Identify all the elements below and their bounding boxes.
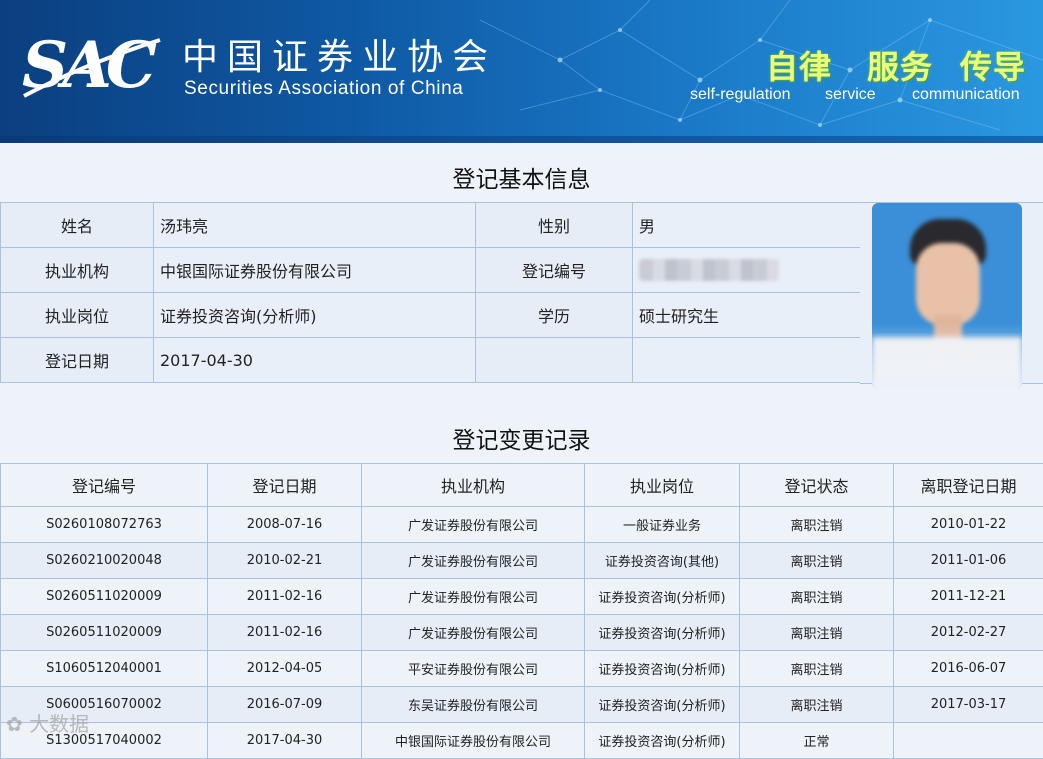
cell-position: 证券投资咨询(分析师)	[585, 687, 740, 723]
slogan-service: 服务	[867, 42, 933, 88]
slogan-self-regulation: 自律	[766, 42, 832, 88]
cell-position: 证券投资咨询(分析师)	[585, 651, 740, 687]
cell-registration-number: S0260108072763	[1, 507, 208, 543]
cell-leave-date	[894, 723, 1043, 759]
cell-institution: 广发证券股份有限公司	[362, 579, 585, 615]
column-header: 登记日期	[208, 464, 362, 507]
cell-leave-date: 2011-01-06	[894, 543, 1043, 579]
cell-leave-date: 2017-03-17	[894, 687, 1043, 723]
slogan-en-communication: communication	[912, 86, 1020, 104]
info-label-empty	[476, 338, 633, 383]
info-label: 登记编号	[476, 248, 633, 293]
table-row: S0260511020009 2011-02-16 广发证券股份有限公司 证券投…	[1, 615, 1043, 651]
info-value-institution: 中银国际证券股份有限公司	[154, 248, 476, 293]
cell-leave-date: 2011-12-21	[894, 579, 1043, 615]
profile-photo	[872, 203, 1022, 389]
info-value-registration-date: 2017-04-30	[154, 338, 476, 383]
cell-registration-date: 2017-04-30	[208, 723, 362, 759]
cell-institution: 中银国际证券股份有限公司	[362, 723, 585, 759]
slogan-en-self-regulation: self-regulation	[690, 86, 791, 104]
info-label: 执业机构	[1, 248, 154, 293]
cell-position: 一般证券业务	[585, 507, 740, 543]
cell-status: 离职注销	[740, 615, 894, 651]
column-header: 执业机构	[362, 464, 585, 507]
info-row-institution: 执业机构 中银国际证券股份有限公司 登记编号	[1, 248, 861, 293]
table-row: S1300517040002 2017-04-30 中银国际证券股份有限公司 证…	[1, 723, 1043, 759]
basic-info-title: 登记基本信息	[0, 160, 1043, 194]
info-label: 学历	[476, 293, 633, 338]
table-row: S0260511020009 2011-02-16 广发证券股份有限公司 证券投…	[1, 579, 1043, 615]
photo-cell	[860, 202, 1043, 384]
info-row-name: 姓名 汤玮亮 性别 男	[1, 203, 861, 248]
watermark-icon: ✿	[6, 712, 23, 736]
cell-position: 证券投资咨询(分析师)	[585, 615, 740, 651]
info-value-empty	[633, 338, 861, 383]
slogan-en-service: service	[825, 86, 876, 104]
cell-leave-date: 2010-01-22	[894, 507, 1043, 543]
cell-institution: 广发证券股份有限公司	[362, 543, 585, 579]
header-banner: SAC 中国证券业协会 Securities Association of Ch…	[0, 0, 1043, 143]
logo-swoosh-icon	[14, 34, 164, 104]
cell-status: 离职注销	[740, 507, 894, 543]
cell-status: 离职注销	[740, 687, 894, 723]
cell-registration-date: 2011-02-16	[208, 615, 362, 651]
cell-institution: 平安证券股份有限公司	[362, 651, 585, 687]
cell-registration-date: 2008-07-16	[208, 507, 362, 543]
column-header: 登记编号	[1, 464, 208, 507]
cell-registration-number: S0260511020009	[1, 579, 208, 615]
cell-status: 离职注销	[740, 543, 894, 579]
info-label: 性别	[476, 203, 633, 248]
watermark: ✿ 大数据	[6, 708, 89, 737]
column-header: 离职登记日期	[894, 464, 1043, 507]
info-value-education: 硕士研究生	[633, 293, 861, 338]
watermark-text: 大数据	[29, 712, 89, 736]
table-row: S1060512040001 2012-04-05 平安证券股份有限公司 证券投…	[1, 651, 1043, 687]
info-label: 执业岗位	[1, 293, 154, 338]
info-value-position: 证券投资咨询(分析师)	[154, 293, 476, 338]
table-header-row: 登记编号 登记日期 执业机构 执业岗位 登记状态 离职登记日期	[1, 464, 1043, 507]
table-row: S0600516070002 2016-07-09 东吴证券股份有限公司 证券投…	[1, 687, 1043, 723]
cell-status: 正常	[740, 723, 894, 759]
cell-registration-date: 2016-07-09	[208, 687, 362, 723]
basic-info-table: 姓名 汤玮亮 性别 男 执业机构 中银国际证券股份有限公司 登记编号 执业岗位 …	[0, 202, 861, 383]
cell-position: 证券投资咨询(其他)	[585, 543, 740, 579]
cell-institution: 广发证券股份有限公司	[362, 507, 585, 543]
cell-institution: 广发证券股份有限公司	[362, 615, 585, 651]
info-row-position: 执业岗位 证券投资咨询(分析师) 学历 硕士研究生	[1, 293, 861, 338]
cell-registration-date: 2010-02-21	[208, 543, 362, 579]
cell-status: 离职注销	[740, 651, 894, 687]
cell-leave-date: 2012-02-27	[894, 615, 1043, 651]
cell-registration-date: 2011-02-16	[208, 579, 362, 615]
cell-status: 离职注销	[740, 579, 894, 615]
org-name-en: Securities Association of China	[184, 78, 463, 100]
org-name-cn: 中国证券业协会	[182, 36, 497, 80]
cell-registration-date: 2012-04-05	[208, 651, 362, 687]
cell-registration-number: S0260210020048	[1, 543, 208, 579]
cell-leave-date: 2016-06-07	[894, 651, 1043, 687]
info-value-name: 汤玮亮	[154, 203, 476, 248]
change-records-table: 登记编号 登记日期 执业机构 执业岗位 登记状态 离职登记日期 S0260108…	[0, 463, 1043, 759]
info-row-date: 登记日期 2017-04-30	[1, 338, 861, 383]
info-value-registration-number	[633, 248, 861, 293]
table-row: S0260108072763 2008-07-16 广发证券股份有限公司 一般证…	[1, 507, 1043, 543]
column-header: 登记状态	[740, 464, 894, 507]
cell-position: 证券投资咨询(分析师)	[585, 723, 740, 759]
change-records-title: 登记变更记录	[0, 421, 1043, 455]
banner-bottom-bar	[0, 136, 1043, 143]
column-header: 执业岗位	[585, 464, 740, 507]
slogan-communication: 传导	[960, 42, 1026, 88]
cell-registration-number: S1060512040001	[1, 651, 208, 687]
info-label: 登记日期	[1, 338, 154, 383]
cell-position: 证券投资咨询(分析师)	[585, 579, 740, 615]
redacted-registration-number	[639, 259, 779, 281]
info-value-gender: 男	[633, 203, 861, 248]
info-label: 姓名	[1, 203, 154, 248]
cell-institution: 东吴证券股份有限公司	[362, 687, 585, 723]
cell-registration-number: S0260511020009	[1, 615, 208, 651]
table-row: S0260210020048 2010-02-21 广发证券股份有限公司 证券投…	[1, 543, 1043, 579]
